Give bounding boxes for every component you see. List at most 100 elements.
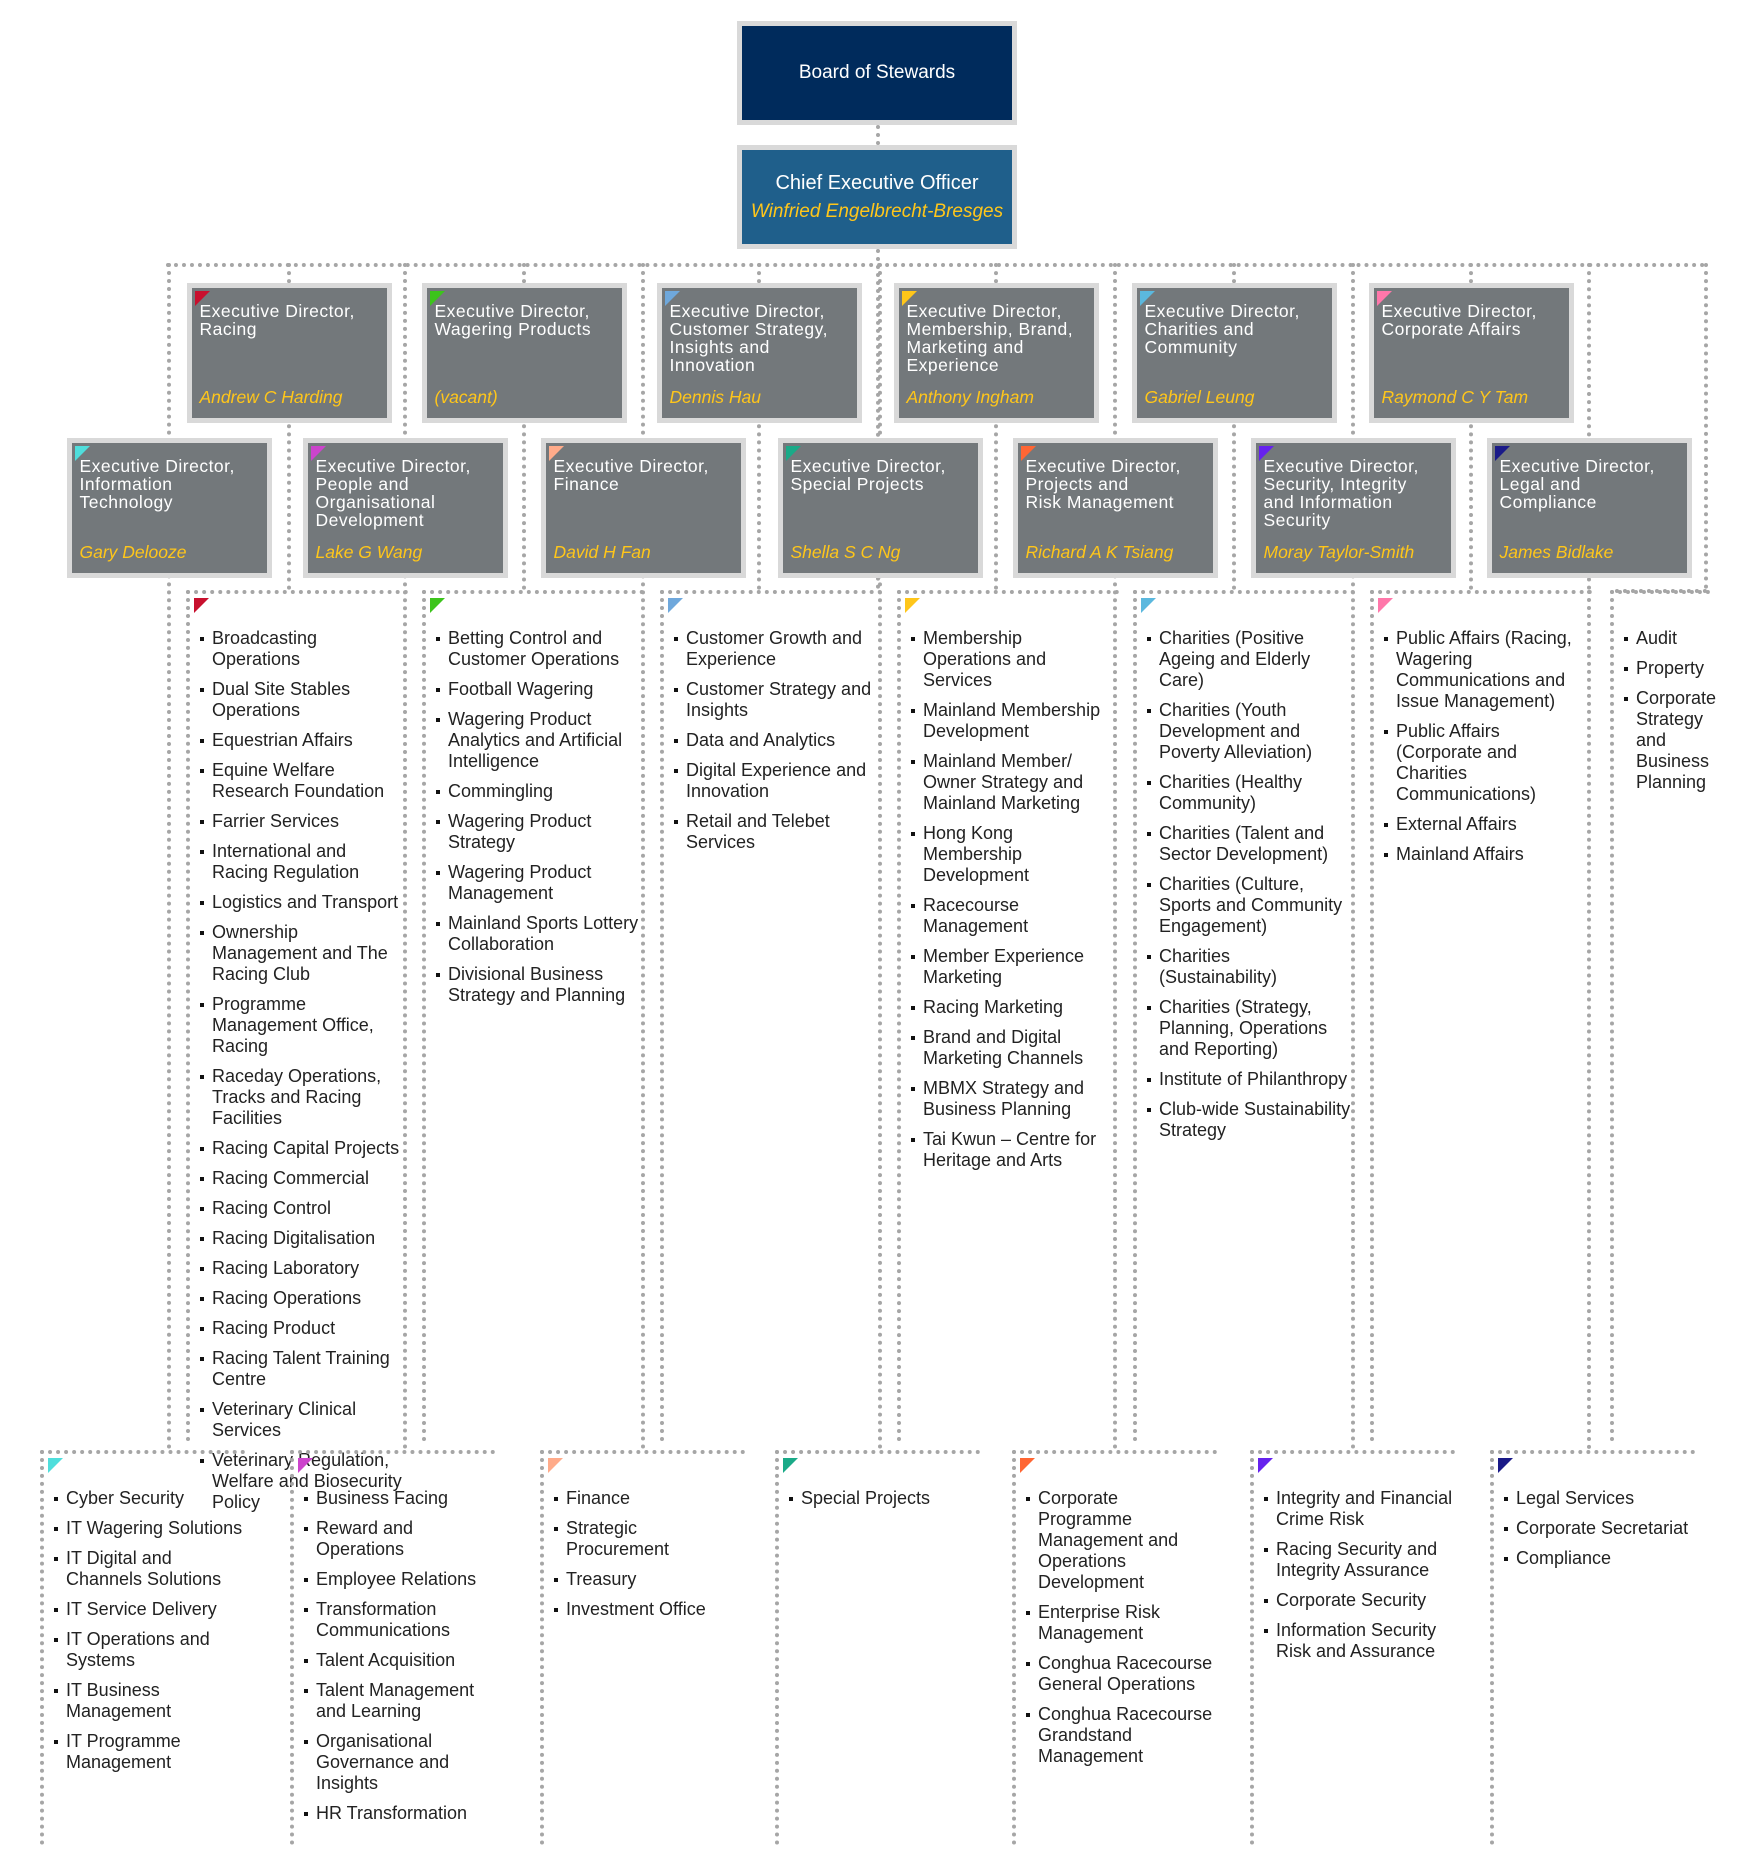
department-item: Mainland Membership Development bbox=[909, 700, 1115, 742]
list-frame-top-bot-3 bbox=[775, 1450, 980, 1454]
director-name: James Bidlake bbox=[1499, 542, 1614, 562]
list-frame-top-mid-5 bbox=[1370, 590, 1592, 594]
director-box-directors_row2-1[interactable]: Executive Director, People and Organisatio… bbox=[302, 438, 508, 578]
department-item: Dual Site Stables Operations bbox=[198, 679, 404, 721]
color-flag-icon bbox=[1498, 1458, 1513, 1473]
director-box-inner: Executive Director, Corporate Affairs Raym… bbox=[1373, 288, 1569, 418]
color-flag-icon bbox=[1141, 598, 1156, 613]
director-box-inner: Executive Director, Finance David H Fan bbox=[545, 443, 741, 573]
department-item: Organisational Governance and Insights bbox=[302, 1731, 495, 1794]
list-frame-left-bot-4 bbox=[1012, 1450, 1016, 1845]
department-item: Transformation Communications bbox=[302, 1599, 495, 1641]
list-frame-left-mid-3 bbox=[897, 590, 901, 1442]
department-item: Charities (Positive Ageing and Elderly C… bbox=[1145, 628, 1351, 691]
ceo-name: Winfried Engelbrecht-Bresges bbox=[750, 200, 1004, 222]
director-box-directors_row2-4[interactable]: Executive Director, Projects and Risk Mana… bbox=[1012, 438, 1218, 578]
department-item: Raceday Operations, Tracks and Racing Fa… bbox=[198, 1066, 404, 1129]
department-item: Membership Operations and Services bbox=[909, 628, 1115, 691]
color-flag-icon bbox=[430, 598, 445, 613]
color-flag-icon bbox=[1139, 291, 1155, 306]
ceo-title: Chief Executive Officer bbox=[775, 171, 979, 194]
department-item: Corporate Security bbox=[1262, 1590, 1455, 1611]
color-flag-icon bbox=[901, 291, 917, 306]
color-flag-icon bbox=[1020, 1458, 1035, 1473]
director-title: Executive Director, Wagering Products bbox=[434, 301, 592, 339]
director-name: (vacant) bbox=[434, 387, 498, 407]
director-name: Gabriel Leung bbox=[1144, 387, 1255, 407]
director-box-inner: Executive Director, People and Organisatio… bbox=[307, 443, 503, 573]
department-item: Equestrian Affairs bbox=[198, 730, 404, 751]
list-frame-top-mid-1 bbox=[422, 590, 644, 594]
list-frame-top-mid-2 bbox=[660, 590, 882, 594]
color-flag-icon bbox=[905, 598, 920, 613]
list-frame-left-bot-2 bbox=[540, 1450, 544, 1845]
department-item: IT Programme Management bbox=[52, 1731, 245, 1773]
director-box-directors_row2-3[interactable]: Executive Director, Special Projects Shell… bbox=[777, 438, 983, 578]
director-box-inner: Executive Director, Special Projects Shell… bbox=[782, 443, 978, 573]
color-flag-icon bbox=[194, 291, 210, 306]
department-item: Ownership Management and The Racing Club bbox=[198, 922, 404, 985]
list-frame-left-bot-1 bbox=[290, 1450, 294, 1845]
director-box-directors_row1-0[interactable]: Executive Director, Racing Andrew C Hardin… bbox=[186, 283, 392, 423]
director-box-directors_row1-1[interactable]: Executive Director, Wagering Products (vac… bbox=[421, 283, 627, 423]
director-box-directors_row1-2[interactable]: Executive Director, Customer Strategy, Ins… bbox=[656, 283, 862, 423]
director-name: Lake G Wang bbox=[315, 542, 423, 562]
department-item: Mainland Affairs bbox=[1382, 844, 1588, 865]
department-item: Racing Capital Projects bbox=[198, 1138, 404, 1159]
department-item: Racing Security and Integrity Assurance bbox=[1262, 1539, 1455, 1581]
department-item: Special Projects bbox=[787, 1488, 930, 1509]
board-of-stewards-box: Board of Stewards bbox=[737, 21, 1017, 125]
department-item: Charities (Sustainability) bbox=[1145, 946, 1351, 988]
department-item: Wagering Product Management bbox=[434, 862, 640, 904]
department-item: IT Operations and Systems bbox=[52, 1629, 245, 1671]
department-item: Equine Welfare Research Foundation bbox=[198, 760, 404, 802]
color-flag-icon bbox=[668, 598, 683, 613]
list-frame-left-bot-5 bbox=[1250, 1450, 1254, 1845]
department-item: IT Digital and Channels Solutions bbox=[52, 1548, 245, 1590]
list-frame-top-mid-6 bbox=[1610, 590, 1710, 594]
director-box-directors_row1-5[interactable]: Executive Director, Corporate Affairs Raym… bbox=[1368, 283, 1574, 423]
department-item: Data and Analytics bbox=[672, 730, 878, 751]
department-item: Racecourse Management bbox=[909, 895, 1115, 937]
director-box-directors_row2-2[interactable]: Executive Director, Finance David H Fan bbox=[540, 438, 746, 578]
department-item: Business Facing bbox=[302, 1488, 495, 1509]
list-frame-top-bot-4 bbox=[1012, 1450, 1217, 1454]
color-flag-icon bbox=[1020, 446, 1036, 461]
list-frame-top-bot-1 bbox=[290, 1450, 495, 1454]
department-item: IT Service Delivery bbox=[52, 1599, 245, 1620]
department-item: Legal Services bbox=[1502, 1488, 1688, 1509]
board-title: Board of Stewards bbox=[798, 62, 956, 83]
director-box-directors_row1-3[interactable]: Executive Director, Membership, Brand, Mar… bbox=[893, 283, 1099, 423]
department-item: Corporate Programme Management and Opera… bbox=[1024, 1488, 1217, 1593]
department-item: Public Affairs (Racing, Wagering Communi… bbox=[1382, 628, 1588, 712]
department-item: Member Experience Marketing bbox=[909, 946, 1115, 988]
director-box-directors_row2-0[interactable]: Executive Director, Information Technology… bbox=[66, 438, 272, 578]
list-frame-left-mid-4 bbox=[1133, 590, 1137, 1442]
department-item: Racing Operations bbox=[198, 1288, 404, 1309]
department-item: IT Wagering Solutions bbox=[52, 1518, 245, 1539]
director-title: Executive Director, Information Technology bbox=[79, 456, 235, 512]
department-item: Information Security Risk and Assurance bbox=[1262, 1620, 1455, 1662]
list-frame-left-mid-2 bbox=[660, 590, 664, 1442]
director-title: Executive Director, Special Projects bbox=[790, 456, 946, 494]
director-box-inner: Executive Director, Customer Strategy, Ins… bbox=[661, 288, 857, 418]
director-box-directors_row1-4[interactable]: Executive Director, Charities and Communit… bbox=[1131, 283, 1337, 423]
director-title: Executive Director, Legal and Compliance bbox=[1499, 456, 1655, 512]
director-box-directors_row2-6[interactable]: Executive Director, Legal and Compliance Ja… bbox=[1486, 438, 1692, 578]
director-title: Executive Director, Membership, Brand, Mar… bbox=[906, 301, 1074, 375]
department-item: Divisional Business Strategy and Plannin… bbox=[434, 964, 640, 1006]
director-title: Executive Director, Customer Strategy, Ins… bbox=[669, 301, 828, 375]
department-item: Charities (Culture, Sports and Community… bbox=[1145, 874, 1351, 937]
department-item: Property bbox=[1622, 658, 1716, 679]
color-flag-icon bbox=[664, 291, 680, 306]
department-item: Mainland Sports Lottery Collaboration bbox=[434, 913, 640, 955]
department-list: Special Projects bbox=[787, 1488, 930, 1518]
director-name: David H Fan bbox=[553, 542, 651, 562]
department-item: Veterinary Clinical Services bbox=[198, 1399, 404, 1441]
department-item: Charities (Healthy Community) bbox=[1145, 772, 1351, 814]
department-item: Racing Control bbox=[198, 1198, 404, 1219]
color-flag-icon bbox=[1258, 1458, 1273, 1473]
director-box-directors_row2-5[interactable]: Executive Director, Security, Integrity an… bbox=[1250, 438, 1456, 578]
department-item: Betting Control and Customer Operations bbox=[434, 628, 640, 670]
department-item: MBMX Strategy and Business Planning bbox=[909, 1078, 1115, 1120]
